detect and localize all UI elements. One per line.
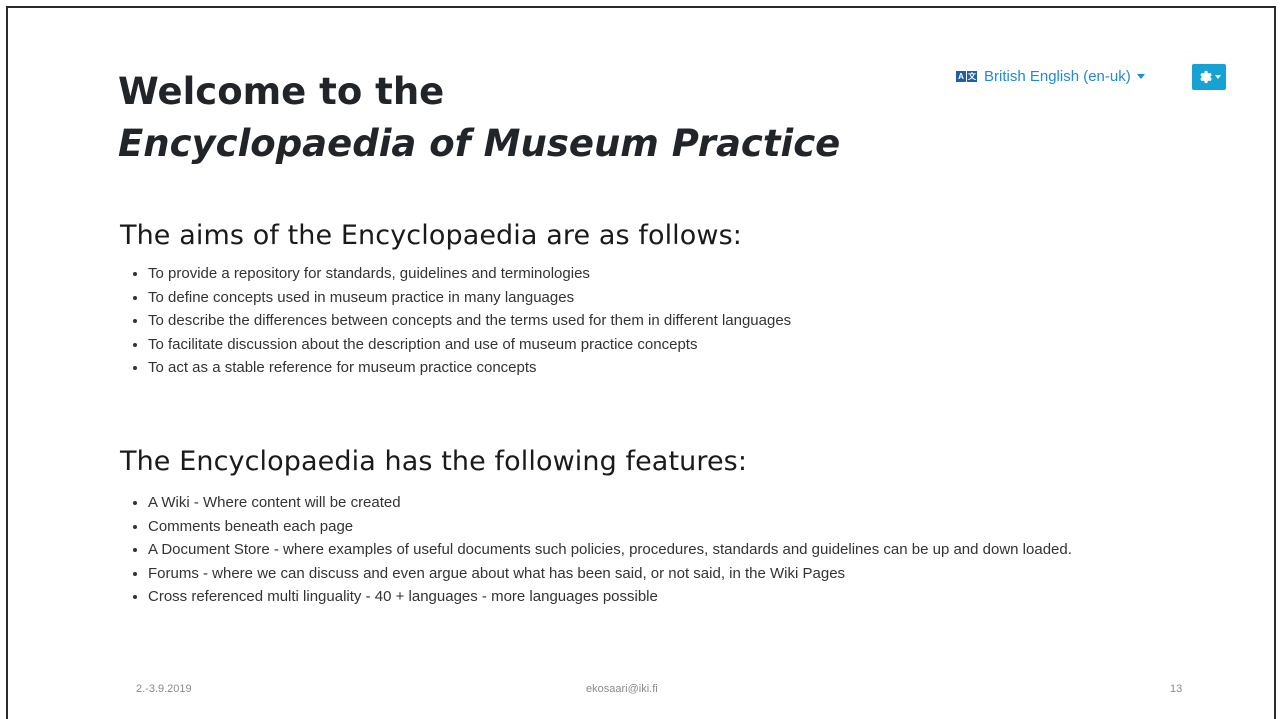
gear-icon: [1199, 70, 1212, 84]
chevron-down-icon: [1214, 75, 1221, 79]
page-title: Welcome to the Encyclopaedia of Museum P…: [118, 66, 840, 170]
title-line-2: Encyclopaedia of Museum Practice: [118, 122, 841, 165]
list-item: To facilitate discussion about the descr…: [148, 333, 1258, 357]
list-item: Comments beneath each page: [148, 515, 1258, 539]
list-item: A Document Store - where examples of use…: [148, 538, 1258, 562]
features-heading: The Encyclopaedia has the following feat…: [120, 446, 748, 477]
list-item: A Wiki - Where content will be created: [148, 491, 1258, 515]
footer-email: ekosaari@iki.fi: [586, 683, 658, 695]
title-line-1: Welcome to the: [118, 70, 445, 113]
settings-button[interactable]: [1192, 64, 1226, 90]
list-item: To act as a stable reference for museum …: [148, 356, 1258, 380]
translate-icon: A 文: [956, 71, 978, 82]
list-item: To describe the differences between conc…: [148, 309, 1258, 333]
features-list: A Wiki - Where content will be created C…: [126, 491, 1258, 609]
list-item: To define concepts used in museum practi…: [148, 286, 1258, 310]
list-item: Cross referenced multi linguality - 40 +…: [148, 585, 1258, 609]
footer-page-number: 13: [1170, 683, 1183, 695]
language-label: British English (en-uk): [984, 68, 1131, 85]
list-item: Forums - where we can discuss and even a…: [148, 562, 1258, 586]
language-dropdown[interactable]: A 文 British English (en-uk): [956, 68, 1145, 85]
aims-list: To provide a repository for standards, g…: [126, 262, 1258, 380]
list-item: To provide a repository for standards, g…: [148, 262, 1258, 286]
footer-date: 2.-3.9.2019: [136, 683, 192, 695]
aims-heading: The aims of the Encyclopaedia are as fol…: [120, 220, 742, 251]
chevron-down-icon: [1136, 74, 1145, 79]
